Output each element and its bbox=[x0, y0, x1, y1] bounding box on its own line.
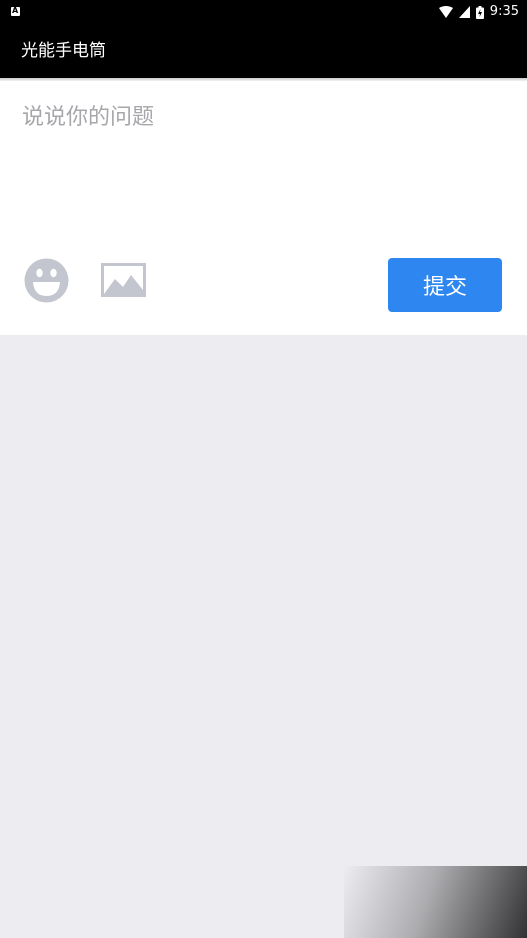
notification-a-icon bbox=[11, 6, 20, 16]
emoji-button[interactable] bbox=[24, 258, 69, 303]
app-title: 光能手电筒 bbox=[21, 41, 106, 61]
status-icons: 9:35 bbox=[438, 3, 519, 21]
smiley-face-icon bbox=[24, 258, 69, 303]
corner-shadow bbox=[344, 866, 527, 938]
image-icon bbox=[101, 263, 146, 297]
image-button[interactable] bbox=[100, 260, 147, 300]
cell-signal-icon bbox=[458, 6, 470, 18]
wifi-icon bbox=[438, 6, 453, 18]
battery-icon bbox=[475, 5, 484, 19]
question-input[interactable] bbox=[22, 101, 502, 241]
submit-button[interactable]: 提交 bbox=[388, 258, 502, 312]
question-composer: 提交 bbox=[0, 81, 527, 335]
status-bar: 9:35 bbox=[0, 0, 527, 24]
app-bar: 光能手电筒 bbox=[0, 24, 527, 78]
status-time: 9:35 bbox=[489, 4, 519, 19]
